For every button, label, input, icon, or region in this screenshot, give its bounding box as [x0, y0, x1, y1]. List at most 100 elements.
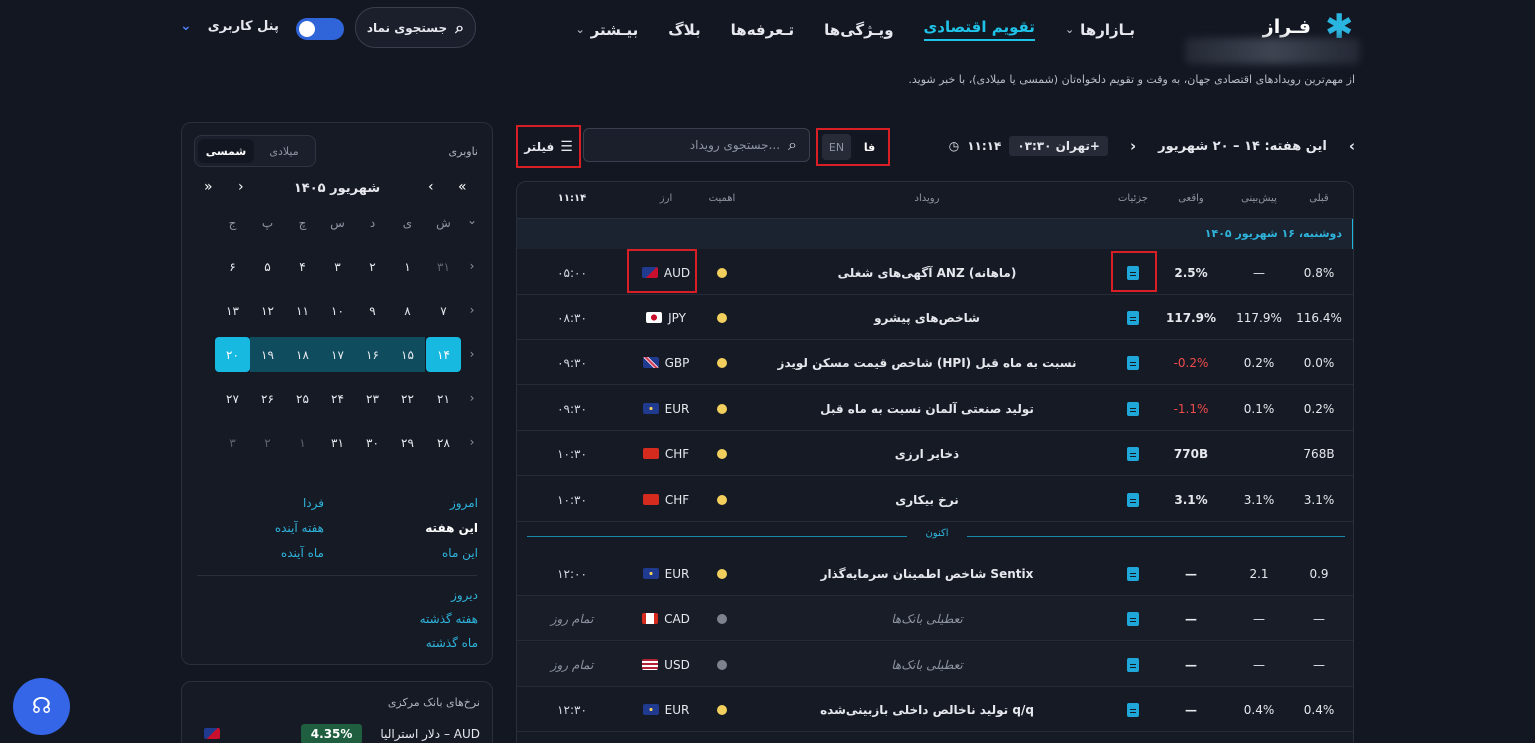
nav-item-pricing[interactable]: تـعرفه‌ها [731, 18, 795, 41]
nav-item-blog[interactable]: بلاگ [668, 18, 700, 41]
theme-toggle[interactable] [296, 18, 344, 40]
cell-prev: 768B [1303, 446, 1335, 461]
quick-next-month[interactable]: ماه آینده [281, 546, 324, 560]
calendar-day[interactable]: ۲۰ [215, 337, 250, 372]
divider [197, 575, 477, 576]
quick-yesterday[interactable]: دیروز [451, 588, 478, 602]
event-search-input[interactable]: ⌕ جستجوی رویداد... [583, 128, 810, 162]
nav-item-more[interactable]: بیـشتر ⌄ [575, 18, 638, 41]
calendar-day[interactable]: ۱۵ [390, 337, 425, 372]
quick-next-week[interactable]: هفته آینده [275, 521, 324, 535]
table-row[interactable]: 0.9 2.1 — شاخص اطمینان سرمایه‌گذار Sentix EU… [517, 551, 1353, 596]
calendar-option-shamsi[interactable]: شمسی [198, 139, 254, 163]
calendar-day[interactable]: ۴ [285, 249, 320, 284]
calendar-day[interactable]: ۲ [250, 425, 285, 460]
calendar-day[interactable]: ۲۱ [426, 381, 461, 416]
calendar-day[interactable]: ۲۵ [285, 381, 320, 416]
user-panel-button[interactable]: ⌄ پنل کاربری [180, 18, 279, 34]
support-headset-icon[interactable]: ☊ [13, 678, 70, 735]
calendar-day[interactable]: ۳۱ [320, 425, 355, 460]
calendar-day[interactable]: ۳ [320, 249, 355, 284]
prev-year-icon[interactable]: « [458, 179, 467, 195]
week-select-chevron-icon[interactable]: › [462, 303, 482, 317]
calendar-day[interactable]: ۱۰ [320, 293, 355, 328]
calendar-day[interactable]: ۲ [355, 249, 390, 284]
document-icon[interactable] [1127, 446, 1139, 461]
next-month-icon[interactable]: › [238, 179, 244, 195]
week-select-chevron-icon[interactable]: › [462, 435, 482, 449]
calendar-day[interactable]: ۱۶ [355, 337, 390, 372]
calendar-day[interactable]: ۸ [390, 293, 425, 328]
document-icon[interactable] [1127, 492, 1139, 507]
calendar-day[interactable]: ۳۱ [426, 249, 461, 284]
calendar-day[interactable]: ۲۸ [426, 425, 461, 460]
calendar-day[interactable]: ۱ [390, 249, 425, 284]
table-row[interactable]: 0.2% 0.1% -1.1% تولید صنعتی آلمان نسبت به م… [517, 386, 1353, 431]
quick-tomorrow[interactable]: فردا [303, 496, 324, 510]
week-select-chevron-icon[interactable]: › [462, 347, 482, 361]
quick-today[interactable]: امروز [450, 496, 478, 510]
filter-button[interactable]: ☰ فیلتر [516, 125, 581, 168]
document-icon[interactable] [1127, 657, 1139, 672]
calendar-day[interactable]: ۳ [215, 425, 250, 460]
week-select-chevron-icon[interactable]: › [462, 391, 482, 405]
document-icon[interactable] [1127, 611, 1139, 626]
cell-forecast: 0.1% [1243, 401, 1275, 416]
search-icon: ⌕ [455, 17, 465, 37]
currency-code: USD [664, 657, 690, 672]
calendar-day[interactable]: ۲۳ [355, 381, 390, 416]
lang-en-option[interactable]: EN [822, 134, 851, 160]
calendar-day[interactable]: ۵ [250, 249, 285, 284]
document-icon[interactable] [1127, 310, 1139, 325]
calendar-day[interactable]: ۱۹ [250, 337, 285, 372]
calendar-day[interactable]: ۱۷ [320, 337, 355, 372]
next-year-icon[interactable]: » [204, 179, 213, 195]
table-row[interactable]: 0.0% 0.2% -0.2% شاخص قیمت مسکن لویدز (HPI) … [517, 340, 1353, 385]
nav-item-features[interactable]: ویـژگی‌ها [824, 18, 893, 41]
quick-last-week[interactable]: هفته گذشته [420, 612, 478, 626]
document-icon[interactable] [1127, 401, 1139, 416]
cell-prev: 116.4% [1296, 310, 1342, 325]
quick-this-week[interactable]: این هفته [425, 521, 478, 535]
calendar-day[interactable]: ۲۶ [250, 381, 285, 416]
symbol-search-button[interactable]: ⌕ جستجوی نماد [355, 7, 476, 48]
calendar-day[interactable]: ۱ [285, 425, 320, 460]
next-week-icon[interactable]: › [1130, 137, 1136, 155]
nav-item-economic-calendar[interactable]: تقویم اقتصادی [923, 18, 1035, 41]
calendar-day[interactable]: ۲۹ [390, 425, 425, 460]
document-icon[interactable] [1127, 355, 1139, 370]
rate-row[interactable]: دلار استرالیا – AUD 4.35% [300, 724, 480, 743]
calendar-day[interactable]: ۶ [215, 249, 250, 284]
calendar-day[interactable]: ۱۸ [285, 337, 320, 372]
table-row[interactable]: 116.4% 117.9% 117.9% شاخص‌های پیشرو JPY ۰۸:۳۰ [517, 295, 1353, 340]
calendar-day[interactable]: ۲۲ [390, 381, 425, 416]
calendar-option-gregorian[interactable]: میلادی [256, 139, 312, 163]
calendar-day[interactable]: ۲۴ [320, 381, 355, 416]
calendar-day[interactable]: ۲۷ [215, 381, 250, 416]
calendar-day[interactable]: ۳۰ [355, 425, 390, 460]
week-select-chevron-icon[interactable]: › [462, 259, 482, 273]
table-row[interactable]: 0.4% 0.4% — تولید ناخالص داخلی بازبینی‌شده … [517, 687, 1353, 732]
calendar-day[interactable]: ۱۱ [285, 293, 320, 328]
calendar-day[interactable]: ۹ [355, 293, 390, 328]
prev-month-icon[interactable]: ‹ [428, 179, 434, 195]
header-event: رویداد [914, 193, 940, 204]
calendar-day[interactable]: ۱۴ [426, 337, 461, 372]
nav-item-markets[interactable]: بـازارها ⌄ [1065, 18, 1135, 41]
calendar-day[interactable]: ۱۳ [215, 293, 250, 328]
quick-this-month[interactable]: این ماه [442, 546, 478, 560]
table-row[interactable]: 3.1% 3.1% 3.1% نرخ بیکاری CHF ۱۰:۳۰ [517, 477, 1353, 522]
calendar-day[interactable]: ۱۲ [250, 293, 285, 328]
prev-week-icon[interactable]: ‹ [1349, 137, 1355, 155]
cell-time: تمام روز [550, 657, 594, 672]
timezone-selector[interactable]: تهران ۰۳:۳۰+ ۱۱:۱۴ ◷ [949, 136, 1108, 156]
cell-details [1117, 642, 1149, 687]
table-row[interactable]: — — — تعطیلی بانک‌ها CAD تمام روز [517, 596, 1353, 641]
table-row[interactable]: 768B 770B ذخایر ارزی CHF ۱۰:۳۰ [517, 431, 1353, 476]
calendar-day[interactable]: ۷ [426, 293, 461, 328]
document-icon[interactable] [1127, 566, 1139, 581]
table-row[interactable]: — — — تعطیلی بانک‌ها USD تمام روز [517, 642, 1353, 687]
lang-fa-option[interactable]: فا [855, 134, 884, 160]
quick-last-month[interactable]: ماه گذشته [426, 636, 478, 650]
document-icon[interactable] [1127, 702, 1139, 717]
